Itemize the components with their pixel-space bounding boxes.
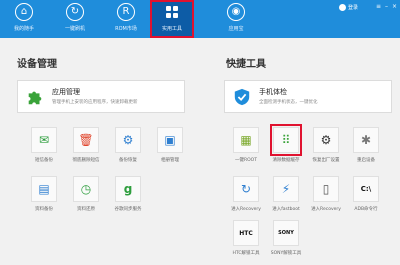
- tile-label: 彻底删除短信: [72, 158, 100, 163]
- tile-label: 进入Recovery: [231, 207, 261, 212]
- reboot-icon: ↻: [233, 176, 259, 202]
- backup-icon: ⚙: [115, 127, 141, 153]
- tile-label: 谷歌同步服务: [114, 207, 142, 212]
- nav-item-rom-market[interactable]: R ROM市场: [106, 0, 146, 38]
- nav-item-flash[interactable]: ↻ 一键刷机: [55, 0, 95, 38]
- tile-clear-cache[interactable]: ⠿ 清除数据缓存: [266, 124, 306, 175]
- tile-label: 进入Recovery: [311, 207, 341, 212]
- tile-label: HTC解锁工具: [232, 251, 260, 256]
- tile-sms-backup[interactable]: ✉ 短信备份: [24, 127, 64, 175]
- nav-label: 应用宝: [228, 26, 244, 32]
- nav-label: 实用工具: [161, 26, 182, 32]
- tile-backup-restore[interactable]: ⚙ 备份恢复: [108, 127, 148, 175]
- feature-card-app-manager[interactable]: 应用管理 管理手机上安装的应用程序，快速卸载更新: [17, 80, 185, 113]
- nav-item-tools[interactable]: 实用工具: [150, 0, 194, 38]
- restore-icon: ◷: [73, 176, 99, 202]
- tile-reboot-device[interactable]: ✱ 重启设备: [346, 127, 386, 175]
- nav-label: 我的随手: [13, 26, 34, 32]
- tile-label: 短信备份: [35, 158, 53, 163]
- spinner-icon: ✱: [353, 127, 379, 153]
- tile-label: 相册管理: [161, 158, 179, 163]
- tile-adb-command[interactable]: C:\ ADB命令行: [346, 176, 386, 224]
- tile-factory-reset[interactable]: ⚙ 恢复出厂设置: [306, 127, 346, 175]
- tile-label: 恢复出厂设置: [312, 158, 340, 163]
- tile-data-restore[interactable]: ◷ 资料还原: [66, 176, 106, 224]
- feature-card-phone-check[interactable]: 手机体检 全面检测手机状态，一键优化: [224, 80, 392, 113]
- account-login[interactable]: 登录: [338, 4, 358, 11]
- sms-icon: ✉: [31, 127, 57, 153]
- refresh-icon: ↻: [66, 3, 84, 21]
- tile-delete-sms[interactable]: 🗑 彻底删除短信: [66, 127, 106, 175]
- tile-enter-recovery-2[interactable]: ▯ 进入Recovery: [306, 176, 346, 224]
- tile-label: SONY解锁工具: [270, 251, 302, 256]
- tile-label: ADB命令行: [354, 207, 378, 212]
- section-title-device: 设备管理: [17, 59, 57, 70]
- trash-icon: 🗑: [73, 127, 99, 153]
- nav-label: 一键刷机: [64, 26, 85, 32]
- htc-icon: HTC: [233, 220, 259, 246]
- home-icon: ⌂: [15, 3, 33, 21]
- minimize-icon[interactable]: –: [385, 3, 388, 10]
- tile-photo-manager[interactable]: ▣ 相册管理: [150, 127, 190, 175]
- nav-item-app-store[interactable]: ◉ 应用宝: [216, 0, 256, 38]
- tile-sony-unlock[interactable]: SONY SONY解锁工具: [266, 220, 306, 265]
- section-title-quick-tools: 快捷工具: [226, 59, 266, 70]
- user-icon: [338, 4, 346, 11]
- sony-icon: SONY: [273, 220, 299, 246]
- tile-label: 进入fastboot: [272, 207, 300, 212]
- tile-label: 资料还原: [77, 207, 95, 212]
- tile-label: 资料备份: [35, 207, 53, 212]
- tile-enter-fastboot[interactable]: ⚡ 进入fastboot: [266, 176, 306, 224]
- tile-label: 备份恢复: [119, 158, 137, 163]
- nav-item-my[interactable]: ⌂ 我的随手: [4, 0, 44, 38]
- bolt-icon: ⚡: [273, 176, 299, 202]
- feature-title: 手机体检: [259, 88, 287, 96]
- google-icon: g: [115, 176, 141, 202]
- tile-one-key-root[interactable]: ▦ 一键ROOT: [226, 127, 266, 175]
- window-controls: ≡ – ×: [376, 3, 397, 10]
- feature-desc: 管理手机上安装的应用程序，快速卸载更新: [52, 100, 138, 105]
- store-icon: ◉: [227, 3, 245, 21]
- tile-label: 重启设备: [357, 158, 375, 163]
- dots-grid-icon: ⠿: [270, 124, 302, 156]
- tile-label: 清除数据缓存: [272, 158, 300, 163]
- puzzle-icon: [28, 91, 42, 105]
- tile-google-sync[interactable]: g 谷歌同步服务: [108, 176, 148, 224]
- close-icon[interactable]: ×: [392, 3, 397, 10]
- tile-enter-recovery[interactable]: ↻ 进入Recovery: [226, 176, 266, 224]
- photo-icon: ▣: [157, 127, 183, 153]
- menu-icon[interactable]: ≡: [376, 3, 381, 10]
- root-icon: ▦: [233, 127, 259, 153]
- tile-label: 一键ROOT: [235, 158, 257, 163]
- rom-icon: R: [117, 3, 135, 21]
- file-icon: ▤: [31, 176, 57, 202]
- login-label: 登录: [347, 5, 358, 11]
- tile-htc-unlock[interactable]: HTC HTC解锁工具: [226, 220, 266, 265]
- tile-data-backup[interactable]: ▤ 资料备份: [24, 176, 64, 224]
- gears-icon: ⚙: [313, 127, 339, 153]
- shield-icon: [234, 88, 250, 106]
- feature-desc: 全面检测手机状态，一键优化: [259, 100, 318, 105]
- doc-icon: ▯: [313, 176, 339, 202]
- grid-icon: [163, 3, 181, 21]
- terminal-icon: C:\: [353, 176, 379, 202]
- feature-title: 应用管理: [52, 88, 80, 96]
- nav-label: ROM市场: [115, 26, 137, 32]
- top-nav-bar: ⌂ 我的随手 ↻ 一键刷机 R ROM市场 实用工具 ◉ 应用宝 登录 ≡ – …: [0, 0, 400, 38]
